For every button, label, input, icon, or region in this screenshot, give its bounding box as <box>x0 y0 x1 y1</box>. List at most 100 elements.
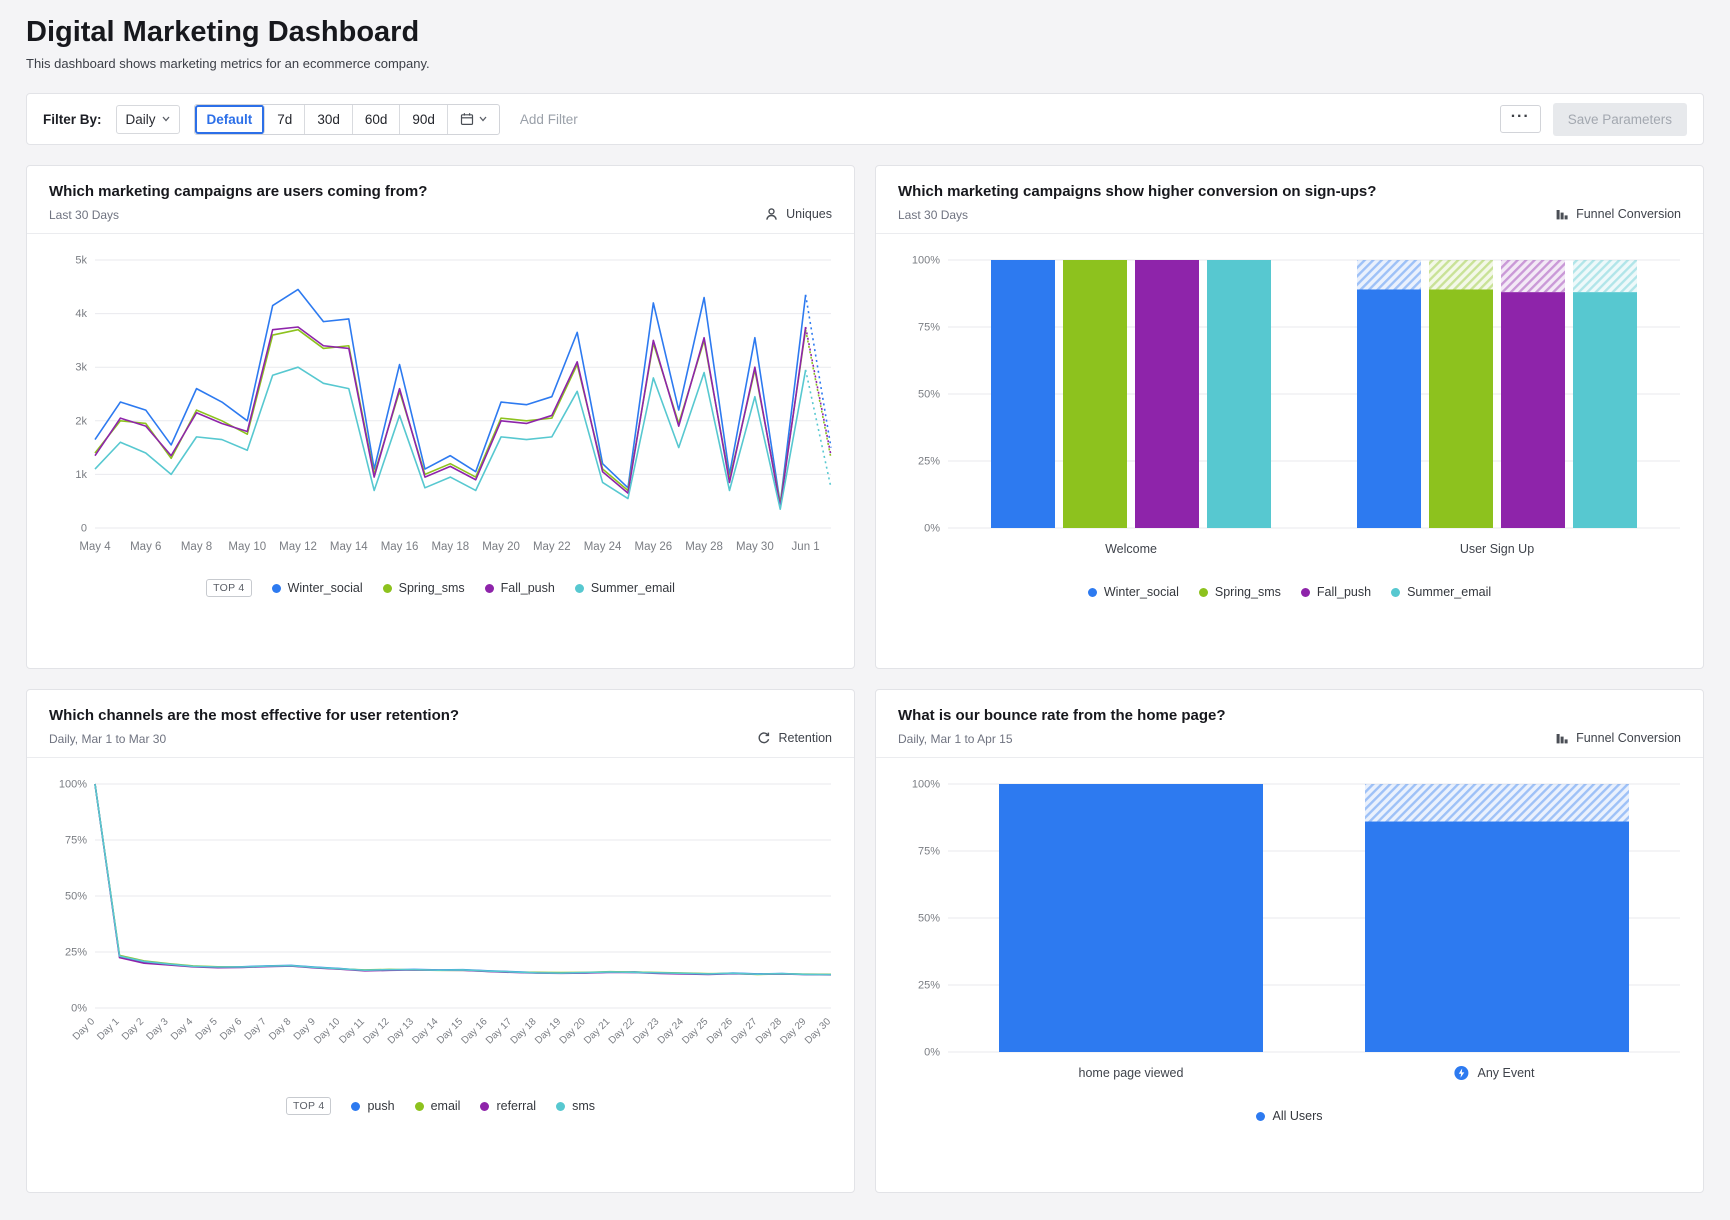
card-title[interactable]: Which marketing campaigns are users comi… <box>49 183 427 200</box>
preset-30d[interactable]: 30d <box>305 105 353 134</box>
card-retention: Which channels are the most effective fo… <box>26 689 855 1193</box>
add-filter-button[interactable]: Add Filter <box>520 112 578 127</box>
chart-legend: TOP 4Winter_socialSpring_smsFall_pushSum… <box>27 579 854 597</box>
x-tick-label: Day 16 <box>459 1016 489 1046</box>
legend-item[interactable]: email <box>415 1099 461 1113</box>
interval-select[interactable]: Daily <box>116 105 180 134</box>
y-tick-label: 0% <box>924 1047 940 1059</box>
legend-dot <box>383 584 392 593</box>
x-tick-label: Day 28 <box>754 1016 784 1046</box>
chevron-down-icon <box>162 116 170 122</box>
legend-item[interactable]: Spring_sms <box>383 581 465 595</box>
card-date-range: Last 30 Days <box>49 208 427 222</box>
x-tick-label: Day 13 <box>386 1016 416 1046</box>
x-tick-label: Day 12 <box>361 1016 391 1046</box>
x-tick-label: Day 7 <box>243 1016 270 1043</box>
x-tick-label: Day 14 <box>410 1016 440 1046</box>
card-campaign-uniques: Which marketing campaigns are users comi… <box>26 165 855 669</box>
custom-date-range-button[interactable] <box>448 105 499 134</box>
chart-svg: 0%25%50%75%100%home page viewedAny Event <box>898 774 1696 1094</box>
legend-item[interactable]: referral <box>480 1099 536 1113</box>
top-n-badge: TOP 4 <box>286 1097 331 1115</box>
x-tick-label: May 10 <box>228 541 266 553</box>
preset-7d[interactable]: 7d <box>265 105 305 134</box>
preset-default[interactable]: Default <box>195 105 266 134</box>
card-title[interactable]: Which channels are the most effective fo… <box>49 707 459 724</box>
preset-60d[interactable]: 60d <box>353 105 401 134</box>
bar-unconverted-cap <box>1357 260 1421 289</box>
bar-unconverted-cap <box>1501 260 1565 292</box>
x-tick-label: Day 15 <box>435 1016 465 1046</box>
bar-chart-bounce-rate[interactable]: 0%25%50%75%100%home page viewedAny Event <box>876 758 1703 1099</box>
legend-item[interactable]: Winter_social <box>1088 585 1179 599</box>
legend-item[interactable]: Summer_email <box>575 581 675 595</box>
legend-item[interactable]: Winter_social <box>272 581 363 595</box>
x-tick-label: Day 18 <box>509 1016 539 1046</box>
series-line <box>95 289 806 503</box>
x-tick-label: Day 8 <box>267 1016 294 1043</box>
x-tick-label: Day 5 <box>194 1016 221 1043</box>
retention-icon <box>757 731 771 745</box>
legend-dot <box>1199 588 1208 597</box>
chart-legend: All Users <box>876 1109 1703 1123</box>
series-line-projected <box>806 295 831 448</box>
y-tick-label: 1k <box>75 469 87 481</box>
x-tick-label: May 12 <box>279 541 317 553</box>
metric-label-text: Retention <box>778 731 832 745</box>
x-tick-label: May 26 <box>634 541 672 553</box>
card-bounce-rate: What is our bounce rate from the home pa… <box>875 689 1704 1193</box>
card-header: What is our bounce rate from the home pa… <box>876 690 1703 758</box>
card-header: Which marketing campaigns are users comi… <box>27 166 854 234</box>
series-line <box>95 784 831 974</box>
legend-item[interactable]: Fall_push <box>485 581 555 595</box>
card-header: Which channels are the most effective fo… <box>27 690 854 758</box>
series-line <box>95 784 831 975</box>
y-tick-label: 25% <box>918 456 940 468</box>
calendar-icon <box>460 112 474 126</box>
chart-legend: Winter_social Spring_sms Fall_push Summer_e… <box>876 585 1703 599</box>
x-tick-label: Day 27 <box>729 1016 759 1046</box>
x-tick-label: May 8 <box>181 541 212 553</box>
card-title[interactable]: What is our bounce rate from the home pa… <box>898 707 1226 724</box>
date-range-presets: Default 7d 30d 60d 90d <box>194 104 500 135</box>
preset-90d[interactable]: 90d <box>400 105 448 134</box>
y-tick-label: 50% <box>65 891 87 903</box>
line-chart-retention[interactable]: 0%25%50%75%100%Day 0Day 1Day 2Day 3Day 4… <box>27 758 854 1087</box>
y-tick-label: 50% <box>918 389 940 401</box>
card-title[interactable]: Which marketing campaigns show higher co… <box>898 183 1376 200</box>
legend-dot <box>272 584 281 593</box>
metric-label-text: Uniques <box>786 207 832 221</box>
legend-item[interactable]: Summer_email <box>1391 585 1491 599</box>
legend-dot <box>1088 588 1097 597</box>
y-tick-label: 25% <box>65 947 87 959</box>
card-date-range: Last 30 Days <box>898 208 1376 222</box>
y-tick-label: 3k <box>75 362 87 374</box>
x-tick-label: May 14 <box>330 541 368 553</box>
legend-item[interactable]: push <box>351 1099 394 1113</box>
bar-unconverted-cap <box>1429 260 1493 289</box>
save-parameters-button[interactable]: Save Parameters <box>1553 103 1687 136</box>
x-tick-label: Day 21 <box>582 1016 612 1046</box>
bar-chart-signup-conversion[interactable]: 0%25%50%75%100%WelcomeUser Sign Up <box>876 234 1703 575</box>
legend-item[interactable]: Spring_sms <box>1199 585 1281 599</box>
series-line <box>95 327 806 507</box>
legend-dot <box>1391 588 1400 597</box>
interval-value: Daily <box>126 112 156 127</box>
bar <box>1063 260 1127 528</box>
filter-bar: Filter By: Daily Default 7d 30d 60d 90d … <box>26 93 1704 145</box>
bar-unconverted-cap <box>1365 784 1629 822</box>
legend-item[interactable]: sms <box>556 1099 595 1113</box>
legend-dot <box>1256 1112 1265 1121</box>
metric-type-label: Funnel Conversion <box>1555 207 1681 222</box>
legend-dot <box>556 1102 565 1111</box>
x-tick-label: Day 4 <box>169 1016 196 1043</box>
bar <box>1501 292 1565 528</box>
line-chart-campaign-uniques[interactable]: 01k2k3k4k5kMay 4May 6May 8May 10May 12Ma… <box>27 234 854 569</box>
legend-item[interactable]: All Users <box>1256 1109 1322 1123</box>
metric-type-label: Uniques <box>764 207 832 222</box>
legend-item[interactable]: Fall_push <box>1301 585 1371 599</box>
more-options-button[interactable]: ··· <box>1500 105 1541 133</box>
legend-dot <box>351 1102 360 1111</box>
legend-dot <box>415 1102 424 1111</box>
metric-type-label: Retention <box>757 731 832 746</box>
